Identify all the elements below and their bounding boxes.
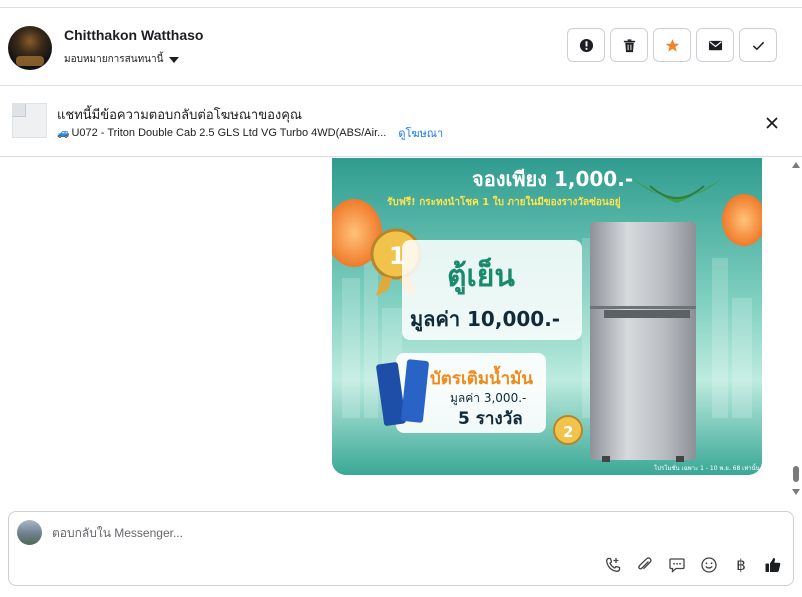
mark-unread-button[interactable]	[696, 28, 734, 62]
scroll-thumb[interactable]	[793, 466, 799, 482]
composer-tools: ฿	[603, 555, 783, 575]
attach-button[interactable]	[635, 555, 655, 575]
paperclip-icon	[638, 557, 652, 570]
alert-circle-icon	[579, 38, 593, 52]
ad-context-banner: แชทนี้มีข้อความตอบกลับต่อโฆษณาของคุณ 🚙 U…	[0, 87, 802, 157]
star-button[interactable]	[653, 28, 691, 62]
contact-name[interactable]: Chitthakon Watthaso	[64, 27, 203, 43]
close-banner-button[interactable]	[762, 113, 782, 133]
delete-button[interactable]	[610, 28, 648, 62]
prize2-name: บัตรเติมน้ำมัน	[430, 365, 533, 389]
ad-image-message[interactable]: จองเพียง 1,000.- รับฟรี! กระทงนำโชค 1 ใบ…	[332, 158, 762, 475]
assign-conversation-dropdown[interactable]: มอบหมายการสนทนานี้	[64, 52, 180, 67]
mark-spam-button[interactable]	[567, 28, 605, 62]
payment-button[interactable]: ฿	[731, 555, 751, 575]
thread-scrollbar[interactable]	[789, 158, 802, 502]
check-icon	[752, 41, 764, 50]
envelope-icon	[708, 40, 722, 50]
call-button[interactable]	[603, 555, 623, 575]
prize1-value: มูลค่า 10,000.-	[410, 307, 560, 333]
phone-plus-icon	[606, 557, 621, 572]
star-icon	[665, 38, 679, 52]
emoji-button[interactable]	[699, 555, 719, 575]
ad-banner-subtitle: 🚙 U072 - Triton Double Cab 2.5 GLS Ltd V…	[57, 124, 443, 142]
assign-label: มอบหมายการสนทนานี้	[64, 54, 164, 65]
scroll-up-arrow-icon[interactable]	[792, 162, 800, 168]
trash-icon	[623, 38, 635, 52]
saved-replies-button[interactable]	[667, 555, 687, 575]
ad-banner-title: แชทนี้มีข้อความตอบกลับต่อโฆษณาของคุณ	[57, 107, 302, 122]
prize2-count: 5 รางวัล	[458, 409, 523, 429]
scroll-down-arrow-icon[interactable]	[792, 489, 800, 495]
page-avatar	[17, 520, 42, 545]
header-actions	[567, 28, 777, 62]
speech-bubble-icon	[669, 558, 685, 573]
reply-input[interactable]	[52, 523, 552, 543]
thumbs-up-icon	[765, 557, 781, 572]
view-ad-link[interactable]: ดูโฆษณา	[398, 124, 443, 142]
message-thread: จองเพียง 1,000.- รับฟรี! กระทงนำโชค 1 ใบ…	[0, 158, 802, 502]
conversation-header: Chitthakon Watthaso มอบหมายการสนทนานี้	[0, 8, 802, 86]
prize2-value: มูลค่า 3,000.-	[450, 391, 526, 406]
car-icon: 🚙	[57, 127, 70, 139]
ad-line2: รับฟรี! กระทงนำโชค 1 ใบ ภายในมีของรางวัล…	[387, 195, 621, 209]
ad-line1: จองเพียง 1,000.-	[472, 167, 633, 191]
mark-done-button[interactable]	[739, 28, 777, 62]
smiley-icon	[701, 557, 717, 573]
contact-avatar[interactable]	[8, 26, 52, 70]
reply-composer: ฿	[8, 511, 794, 586]
prize2-rank: 2	[563, 423, 573, 441]
baht-icon: ฿	[736, 556, 746, 574]
ad-thumbnail	[12, 103, 47, 138]
ad-name: U072 - Triton Double Cab 2.5 GLS Ltd VG …	[71, 127, 387, 139]
prize1-name: ตู้เย็น	[447, 257, 515, 295]
like-button[interactable]	[763, 555, 783, 575]
ad-image-art: จองเพียง 1,000.- รับฟรี! กระทงนำโชค 1 ใบ…	[332, 158, 762, 475]
close-icon	[766, 117, 778, 129]
caret-down-icon	[169, 56, 180, 63]
